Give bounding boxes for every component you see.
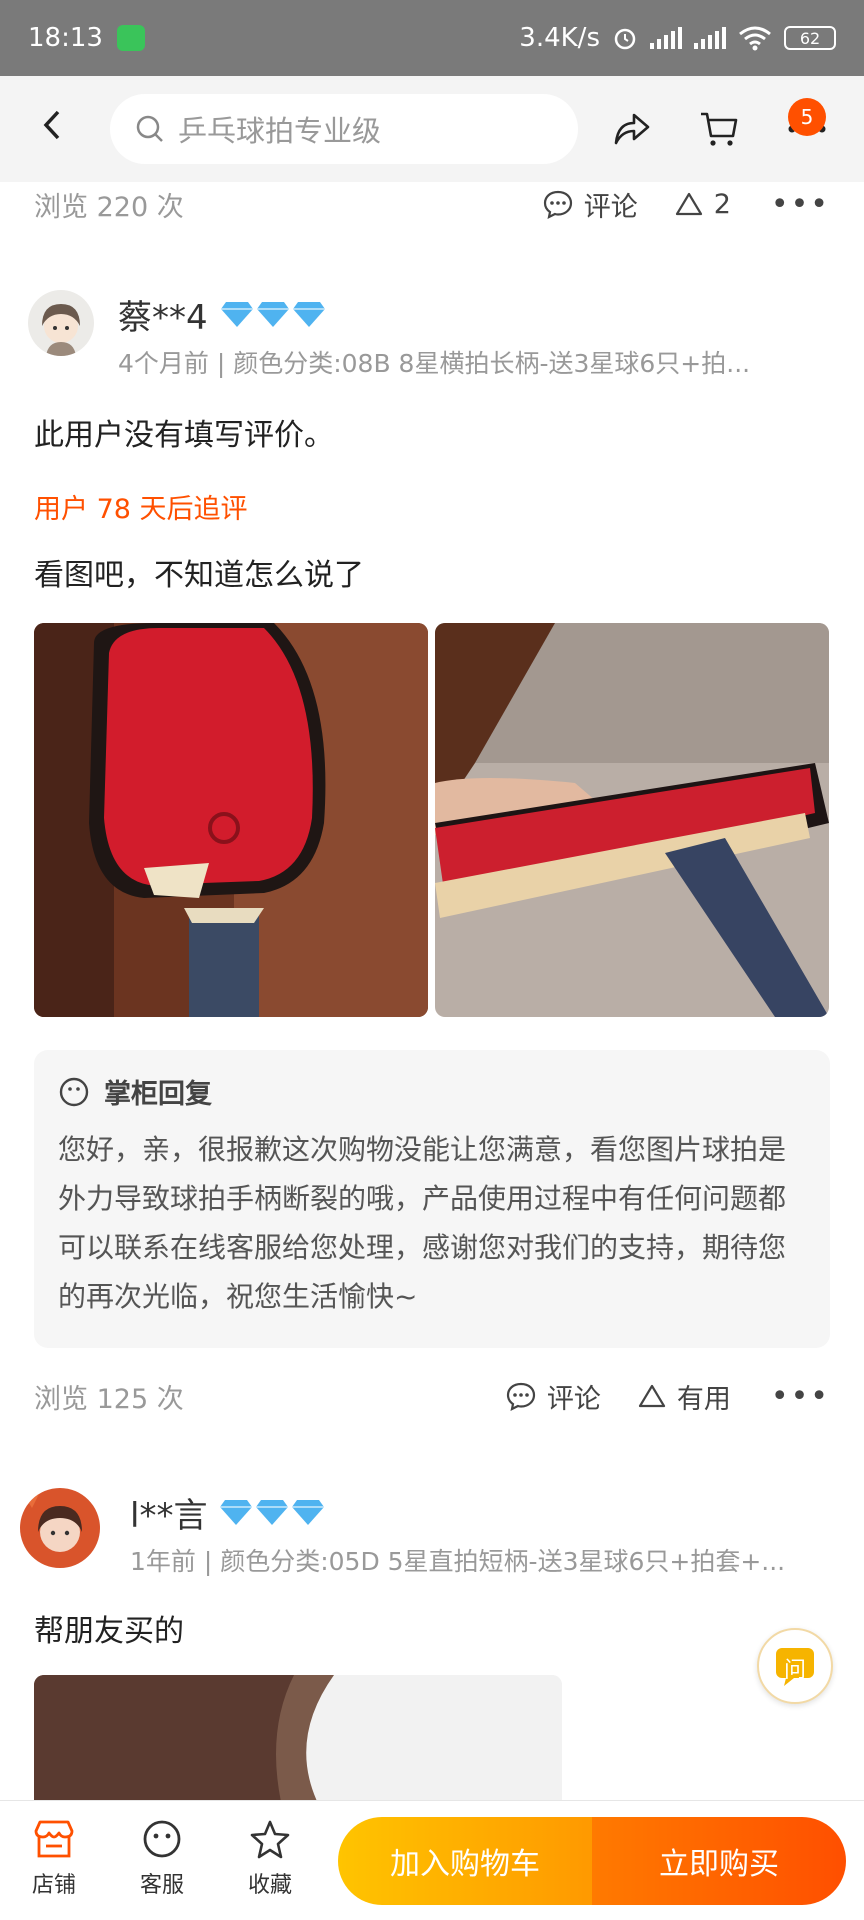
top-nav: 乒乓球拍专业级 bbox=[0, 76, 864, 182]
vip-diamonds bbox=[219, 1498, 325, 1526]
store-icon bbox=[34, 1820, 74, 1858]
wechat-icon bbox=[116, 25, 145, 51]
shopkeeper-face-icon bbox=[59, 1077, 89, 1106]
username: l**言 bbox=[130, 1495, 208, 1536]
cart-icon bbox=[701, 112, 738, 146]
reply-title: 掌柜回复 bbox=[104, 1079, 212, 1110]
cart-button[interactable] bbox=[694, 104, 744, 154]
review-text: 帮朋友买的 bbox=[34, 1614, 184, 1649]
buy-now-button[interactable]: 立即购买 bbox=[592, 1817, 846, 1905]
shop-label: 店铺 bbox=[31, 1873, 76, 1898]
add-to-cart-button[interactable]: 加入购物车 bbox=[338, 1817, 592, 1905]
followup-text: 看图吧，不知道怎么说了 bbox=[34, 558, 364, 593]
review-list: 浏览 220 次 评论 2 ••• 蔡**4 4个月前 | 颜色分类:08B 8… bbox=[0, 182, 864, 1800]
comment-button[interactable]: 评论 bbox=[542, 185, 638, 224]
search-input[interactable]: 乒乓球拍专业级 bbox=[110, 94, 578, 164]
network-speed: 3.4K/s bbox=[519, 23, 600, 53]
useful-count: 2 bbox=[713, 188, 731, 220]
view-count: 浏览 220 次 bbox=[34, 191, 184, 223]
favorite-label: 收藏 bbox=[247, 1873, 292, 1898]
review-header: 蔡**4 4个月前 | 颜色分类:08B 8星横拍长柄-送3星球6只+拍... bbox=[28, 290, 844, 380]
shop-button[interactable]: 店铺 bbox=[14, 1819, 94, 1899]
search-icon bbox=[136, 115, 163, 142]
customer-service-button[interactable]: 客服 bbox=[122, 1819, 202, 1899]
diamond-icon bbox=[292, 1500, 325, 1525]
comment-icon bbox=[543, 190, 572, 219]
diamond-icon bbox=[220, 302, 253, 327]
review-meta: 1年前 | 颜色分类:05D 5星直拍短柄-送3星球6只+拍套+... bbox=[130, 1547, 786, 1576]
review-text: 此用户没有填写评价。 bbox=[34, 418, 334, 453]
useful-button[interactable]: 2 bbox=[674, 189, 731, 220]
battery-level: 62 bbox=[799, 28, 821, 48]
signal-icon bbox=[650, 27, 682, 49]
diamond-icon bbox=[220, 1500, 253, 1525]
useful-button[interactable]: 有用 bbox=[637, 1377, 731, 1416]
more-options-button[interactable]: ••• bbox=[771, 187, 830, 222]
review-photo[interactable] bbox=[34, 623, 428, 1017]
review-header: l**言 1年前 | 颜色分类:05D 5星直拍短柄-送3星球6只+拍套+... bbox=[20, 1488, 844, 1578]
alarm-icon bbox=[614, 28, 636, 50]
review-photo[interactable] bbox=[435, 623, 829, 1017]
useful-label: 有用 bbox=[676, 1383, 731, 1415]
status-bar: 18:13 3.4K/s 62 bbox=[0, 0, 864, 76]
review-photo[interactable] bbox=[34, 1675, 562, 1800]
status-time: 18:13 bbox=[28, 23, 103, 53]
review-meta: 4个月前 | 颜色分类:08B 8星横拍长柄-送3星球6只+拍... bbox=[118, 349, 751, 378]
ask-label: 问 bbox=[783, 1658, 806, 1683]
service-face-icon bbox=[143, 1820, 181, 1858]
seller-reply: 掌柜回复 您好，亲，很报歉这次购物没能让您满意，看您图片球拍是外力导致球拍手柄断… bbox=[34, 1050, 830, 1348]
search-placeholder: 乒乓球拍专业级 bbox=[178, 114, 382, 148]
more-options-button[interactable]: ••• bbox=[771, 1379, 830, 1414]
review-footer: 浏览 125 次 评论 有用 ••• bbox=[34, 1374, 830, 1418]
signal-hd-icon bbox=[694, 27, 726, 49]
wifi-icon bbox=[739, 26, 771, 51]
vip-diamonds bbox=[220, 300, 326, 328]
battery-icon: 62 bbox=[784, 26, 836, 50]
back-button[interactable] bbox=[40, 106, 80, 152]
service-label: 客服 bbox=[139, 1873, 184, 1898]
username: 蔡**4 bbox=[118, 297, 208, 338]
star-icon bbox=[250, 1820, 290, 1859]
reply-text: 您好，亲，很报歉这次购物没能让您满意，看您图片球拍是外力导致球拍手柄断裂的哦，产… bbox=[58, 1133, 787, 1313]
comment-icon bbox=[506, 1382, 536, 1411]
favorite-button[interactable]: 收藏 bbox=[230, 1819, 310, 1899]
diamond-icon bbox=[256, 1500, 289, 1525]
avatar[interactable] bbox=[28, 290, 94, 356]
bottom-action-bar: 店铺 客服 收藏 加入购物车 立即购买 bbox=[0, 1800, 864, 1920]
cart-count-badge: 5 bbox=[788, 98, 826, 136]
comment-button[interactable]: 评论 bbox=[505, 1377, 601, 1416]
chevron-left-icon bbox=[43, 110, 60, 140]
share-icon bbox=[614, 113, 650, 145]
diamond-icon bbox=[256, 302, 289, 327]
thumb-triangle-icon bbox=[638, 1384, 666, 1408]
ask-float-button[interactable]: 问 bbox=[757, 1628, 833, 1704]
followup-label: 用户 78 天后追评 bbox=[34, 494, 248, 525]
avatar[interactable] bbox=[20, 1488, 100, 1568]
share-button[interactable] bbox=[607, 104, 657, 154]
thumb-triangle-icon bbox=[675, 192, 702, 216]
comment-label: 评论 bbox=[583, 191, 638, 223]
view-count: 浏览 125 次 bbox=[34, 1383, 184, 1415]
comment-label: 评论 bbox=[546, 1383, 601, 1415]
prev-review-footer: 浏览 220 次 评论 2 ••• bbox=[34, 182, 830, 226]
diamond-icon bbox=[292, 302, 325, 327]
